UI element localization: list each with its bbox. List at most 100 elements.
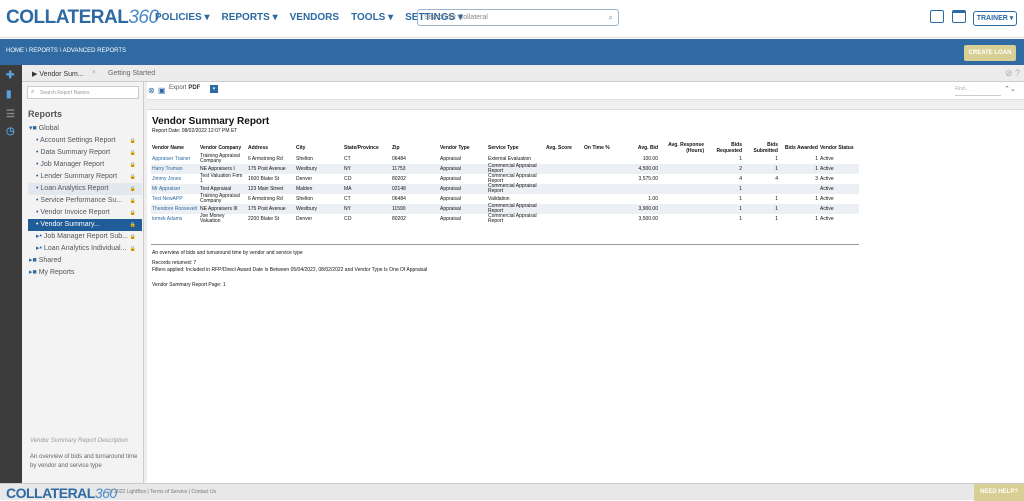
refresh-icon[interactable]: ⊗ [148, 86, 155, 95]
table-cell: 1 [815, 165, 818, 172]
tree-item[interactable]: • Lender Summary Report 🔒 [28, 171, 142, 183]
nav-tools[interactable]: TOOLS ▾ [351, 12, 393, 23]
table-cell: Appraisal [440, 205, 461, 212]
list-icon[interactable]: ☰ [6, 110, 16, 120]
tree-folder[interactable]: ▸■ Shared [28, 255, 142, 267]
table-cell: 175 Post Avenue [248, 165, 286, 172]
column-header: City [296, 144, 306, 151]
save-icon[interactable]: ▣ [158, 86, 166, 95]
calendar-icon[interactable] [952, 10, 966, 23]
tree-item[interactable]: • Vendor Summary... 🔒 [28, 219, 142, 231]
mail-icon[interactable] [930, 10, 944, 23]
tree-item[interactable]: ▸• Job Manager Report Sub... 🔒 [28, 231, 142, 243]
table-cell [779, 184, 819, 194]
table-cell [659, 164, 705, 174]
export-button[interactable]: Export PDF [169, 85, 200, 91]
table-body: Appraiser Trainer Training Appraisal Comp… [151, 154, 859, 224]
need-help-button[interactable]: NEED HELP? [974, 484, 1024, 501]
breadcrumb-bar: HOME \ REPORTS \ ADVANCED REPORTS [0, 39, 1024, 65]
tab-getting-started[interactable]: Getting Started [108, 70, 155, 77]
vendor-name-link[interactable]: Test NewAPP [151, 194, 199, 204]
find-input[interactable]: Find... [955, 86, 1001, 96]
table-cell [659, 174, 705, 184]
table-cell: CO [344, 215, 352, 222]
table-cell: 2200 Blake St [248, 215, 280, 222]
folder-icon[interactable]: ▸■ [29, 257, 39, 264]
table-cell: 11753 [392, 165, 406, 172]
column-header: Address [248, 144, 269, 151]
lock-icon: 🔒 [129, 174, 136, 180]
table-cell: 175 Post Avenue [248, 205, 286, 212]
table-cell: 3 [815, 175, 818, 182]
nav-vendors[interactable]: VENDORS [290, 12, 339, 23]
table-cell: Appraisal [440, 185, 461, 192]
table-cell [659, 154, 705, 164]
table-cell: Training Appraisal Company [200, 193, 240, 204]
lock-icon: 🔒 [129, 186, 136, 192]
column-header: State/Province [344, 144, 379, 151]
document-icon[interactable]: ▮ [6, 90, 16, 100]
search-icon[interactable]: ⌕ [609, 13, 613, 23]
clock-icon[interactable]: ◷ [6, 127, 16, 137]
search-icon: ⌕ [31, 89, 35, 95]
table-cell: Commercial Appraisal Report [488, 213, 537, 224]
plus-icon[interactable]: ✚ [6, 71, 16, 81]
table-cell [583, 184, 621, 194]
vendor-name-link[interactable]: Jimmy Jones [151, 174, 199, 184]
table-cell: Appraisal [440, 155, 461, 162]
breadcrumb[interactable]: HOME \ REPORTS \ ADVANCED REPORTS [6, 48, 126, 54]
table-cell [545, 184, 583, 194]
tree-item[interactable]: • Loan Analytics Report 🔒 [28, 183, 142, 195]
table-cell: 06484 [392, 195, 406, 202]
tab-controls-icon[interactable]: ⊘ ? [1005, 68, 1020, 79]
logo[interactable]: COLLATERAL360 [6, 7, 159, 29]
footer-logo[interactable]: COLLATERAL360 [6, 485, 117, 501]
vendor-name-link[interactable]: Harry Truman [151, 164, 199, 174]
folder-icon[interactable]: ▾■ [29, 125, 39, 132]
filters-applied: Filters applied: Included in RFP/Direct … [152, 267, 428, 273]
lock-icon: 🔒 [129, 150, 136, 156]
report-icon[interactable]: ▸• [36, 245, 44, 252]
find-arrows-icon[interactable]: ⌃⌄ [1004, 85, 1016, 93]
tab-close-icon[interactable]: × [92, 70, 96, 76]
table-cell: Commercial Appraisal Report [488, 183, 537, 194]
report-date: Report Date: 08/02/2022 12:07 PM ET [152, 128, 238, 134]
tab-vendor-summary[interactable]: ▶ Vendor Sum... [32, 70, 84, 78]
tree-item-label: Vendor Invoice Report [40, 209, 110, 216]
table-row: tomek Adams Joe Money Valuation 2200 Blake… [151, 214, 859, 224]
search-input[interactable]: Search for Collateral ⌕ [417, 9, 619, 26]
nav-reports[interactable]: REPORTS ▾ [221, 12, 277, 23]
table-cell: Westbury [296, 165, 318, 172]
vendor-name-link[interactable]: Appraiser Trainer [151, 154, 199, 164]
lock-icon: 🔒 [129, 234, 136, 240]
column-header: Vendor Status [820, 144, 854, 151]
table-cell [779, 204, 819, 214]
tree-folder[interactable]: ▸■ My Reports [28, 267, 142, 279]
tree-item[interactable]: • Account Settings Report 🔒 [28, 135, 142, 147]
tree-item[interactable]: • Service Performance Su... 🔒 [28, 195, 142, 207]
vendor-name-link[interactable]: tomek Adams [151, 214, 199, 224]
table-cell: Malden [296, 185, 313, 192]
reports-sidebar: ⌕ Search Report Names Reports ▾■ Global • … [22, 82, 144, 483]
nav-policies[interactable]: POLICIES ▾ [155, 12, 209, 23]
tree-folder[interactable]: ▾■ Global [28, 123, 142, 135]
tree-item[interactable]: • Data Summary Report 🔒 [28, 147, 142, 159]
create-loan-button[interactable]: CREATE LOAN [964, 45, 1016, 61]
vendor-name-link[interactable]: Mr Appraiser [151, 184, 199, 194]
tree-item[interactable]: • Job Manager Report 🔒 [28, 159, 142, 171]
footer-links[interactable]: © 2022 LightBox | Terms of Service | Con… [109, 489, 216, 495]
top-icons [930, 10, 966, 23]
report-icon[interactable]: ▸• [36, 233, 44, 240]
report-toolbar: ⊗ ▣ Export PDF ▾ Find... ⌃⌄ [147, 82, 1024, 100]
folder-icon[interactable]: ▸■ [29, 269, 39, 276]
table-cell [545, 214, 583, 224]
export-dropdown-icon[interactable]: ▾ [210, 85, 218, 93]
tree-item[interactable]: • Vendor Invoice Report 🔒 [28, 207, 142, 219]
table-cell: Shelton [296, 195, 313, 202]
column-header: Avg. Score [546, 144, 572, 151]
export-format: PDF [188, 85, 201, 91]
user-role-dropdown[interactable]: TRAINER ▾ [973, 11, 1017, 26]
report-search-input[interactable]: ⌕ Search Report Names [27, 86, 139, 99]
vendor-name-link[interactable]: Theodore Roosevelt [151, 204, 199, 214]
tree-item[interactable]: ▸• Loan Analytics Individual... 🔒 [28, 243, 142, 255]
